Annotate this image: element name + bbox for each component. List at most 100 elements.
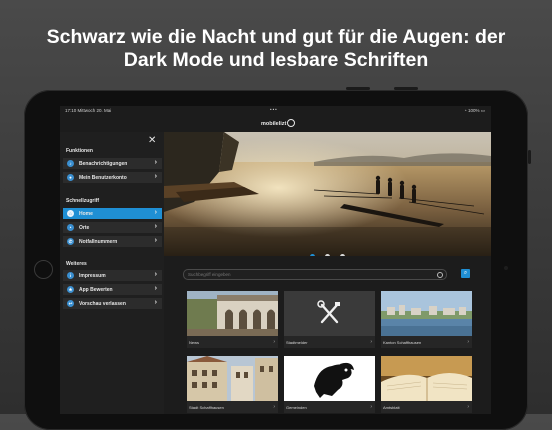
tablet-top-button bbox=[346, 87, 370, 90]
menu-item-impressum[interactable]: i Impressum › bbox=[63, 270, 162, 281]
tile-label-stadtmelder: Stadtmelder bbox=[286, 340, 308, 345]
carousel-dot-2[interactable] bbox=[325, 254, 330, 256]
headline-line1: Schwarz wie die Nacht und gut für die Au… bbox=[46, 26, 506, 48]
chevron-right-icon: › bbox=[370, 339, 372, 345]
menu-item-notfallnummern[interactable]: ✆ Notfallnummern › bbox=[63, 236, 162, 247]
chevron-right-icon: › bbox=[273, 339, 275, 345]
bell-icon: ♪ bbox=[67, 160, 74, 167]
chevron-right-icon: › bbox=[154, 223, 157, 230]
carousel-dot-1[interactable] bbox=[309, 254, 315, 256]
tablet-top-button bbox=[394, 87, 418, 90]
phone-icon: ✆ bbox=[67, 238, 74, 245]
search-button[interactable]: ⌕ bbox=[461, 269, 470, 278]
tile-image-stadt bbox=[187, 356, 278, 401]
main-content: ⌕ News bbox=[164, 132, 491, 414]
tile-caption: Amtsblatt › bbox=[381, 401, 472, 413]
headline: Schwarz wie die Nacht und gut für die Au… bbox=[0, 26, 552, 72]
menu-item-label: Notfallnummern bbox=[79, 239, 118, 245]
tile-caption: Kanton Schaffhausen › bbox=[381, 336, 472, 348]
status-battery: ◔ 100% ▭ bbox=[464, 108, 485, 114]
tablet-side-button bbox=[528, 150, 531, 164]
exit-icon: ↩ bbox=[67, 300, 74, 307]
wifi-icon: ◔ bbox=[463, 108, 467, 113]
lake-town-photo bbox=[381, 291, 472, 336]
battery-icon: ▭ bbox=[480, 108, 485, 113]
menu-item-orte[interactable]: • Orte › bbox=[63, 222, 162, 233]
chevron-right-icon: › bbox=[154, 209, 157, 216]
menu-item-label: Vorschau verlassen bbox=[79, 301, 126, 307]
tile-image-amtsblatt bbox=[381, 356, 472, 401]
menu-item-home[interactable]: ⌂ Home › bbox=[63, 208, 162, 219]
section-title-schnellzugriff: Schnellzugriff bbox=[66, 198, 100, 204]
chevron-right-icon: › bbox=[154, 271, 157, 278]
tile-label-amtsblatt: Amtsblatt bbox=[383, 405, 400, 410]
tile-caption: Gemeinden › bbox=[284, 401, 375, 413]
logo-mark-icon bbox=[287, 119, 296, 127]
chevron-right-icon: › bbox=[467, 404, 469, 410]
tile-label-news: News bbox=[189, 340, 200, 345]
tile-label-gemeinden: Gemeinden bbox=[286, 405, 307, 410]
menu-item-vorschau-verlassen[interactable]: ↩ Vorschau verlassen › bbox=[63, 298, 162, 309]
search-clear-icon[interactable] bbox=[437, 271, 443, 278]
carousel-dots bbox=[164, 246, 491, 256]
carousel-dot-3[interactable] bbox=[340, 254, 346, 256]
tools-icon bbox=[317, 300, 340, 324]
chevron-right-icon: › bbox=[154, 285, 157, 292]
menu-item-label: Mein Benutzerkonto bbox=[79, 175, 127, 181]
tile-caption: Stadtmelder › bbox=[284, 336, 375, 348]
hero-image-rowing[interactable] bbox=[164, 132, 491, 256]
tile-stadtmelder[interactable]: Stadtmelder › bbox=[284, 291, 375, 348]
tile-gemeinden[interactable]: Gemeinden › bbox=[284, 356, 375, 413]
nav-bar: mobilelizt bbox=[60, 115, 491, 133]
chevron-right-icon: › bbox=[154, 299, 157, 306]
close-icon[interactable]: ✕ bbox=[148, 136, 156, 146]
info-icon: i bbox=[67, 272, 74, 279]
rowing-lake-photo bbox=[164, 132, 491, 256]
tile-image-stadtmelder bbox=[284, 291, 375, 336]
tile-caption: News › bbox=[187, 336, 278, 348]
menu-item-label: Benachrichtigungen bbox=[79, 161, 128, 167]
app-logo[interactable]: mobilelizt bbox=[261, 119, 296, 127]
status-dots: ••• bbox=[270, 107, 278, 112]
headline-line2: Dark Mode und lesbare Schriften bbox=[123, 49, 429, 71]
menu-item-app-bewerten[interactable]: ★ App Bewerten › bbox=[63, 284, 162, 295]
star-icon: ★ bbox=[67, 286, 74, 293]
tile-news[interactable]: News › bbox=[187, 291, 278, 348]
side-menu: ✕ Funktionen ♪ Benachrichtigungen › ● Me… bbox=[60, 132, 164, 414]
tile-image-news bbox=[187, 291, 278, 336]
battery-percent: 100% bbox=[467, 108, 480, 113]
tile-image-kanton bbox=[381, 291, 472, 336]
menu-item-label: Home bbox=[79, 211, 93, 217]
building-photo bbox=[187, 291, 278, 336]
tile-amtsblatt[interactable]: Amtsblatt › bbox=[381, 356, 472, 413]
menu-item-label: Impressum bbox=[79, 273, 106, 279]
app-screen: 17:10 Mittwoch 20. Mai ••• ◔ 100% ▭ mobi… bbox=[60, 106, 491, 414]
tablet-home-button bbox=[34, 260, 53, 279]
section-title-weiteres: Weiteres bbox=[66, 261, 87, 267]
search-field[interactable] bbox=[183, 269, 447, 280]
tile-kanton-schaffhausen[interactable]: Kanton Schaffhausen › bbox=[381, 291, 472, 348]
tile-label-stadt: Stadt Schaffhausen bbox=[189, 405, 224, 410]
search-input[interactable] bbox=[188, 270, 428, 279]
open-book-photo bbox=[381, 356, 472, 401]
chevron-right-icon: › bbox=[154, 173, 157, 180]
tile-image-gemeinden bbox=[284, 356, 375, 401]
chevron-right-icon: › bbox=[370, 404, 372, 410]
tile-caption: Stadt Schaffhausen › bbox=[187, 401, 278, 413]
menu-item-benutzerkonto[interactable]: ● Mein Benutzerkonto › bbox=[63, 172, 162, 183]
chevron-right-icon: › bbox=[154, 159, 157, 166]
status-bar: 17:10 Mittwoch 20. Mai ••• ◔ 100% ▭ bbox=[60, 106, 491, 115]
section-title-funktionen: Funktionen bbox=[66, 148, 93, 154]
menu-item-benachrichtigungen[interactable]: ♪ Benachrichtigungen › bbox=[63, 158, 162, 169]
user-icon: ● bbox=[67, 174, 74, 181]
pin-icon: • bbox=[67, 224, 74, 231]
tile-label-kanton: Kanton Schaffhausen bbox=[383, 340, 422, 345]
tablet-camera bbox=[504, 266, 508, 270]
menu-item-label: App Bewerten bbox=[79, 287, 113, 293]
old-town-photo bbox=[187, 356, 278, 401]
home-icon: ⌂ bbox=[67, 210, 74, 217]
tile-stadt-schaffhausen[interactable]: Stadt Schaffhausen › bbox=[187, 356, 278, 413]
logo-text: mobilelizt bbox=[261, 121, 287, 127]
search-icon: ⌕ bbox=[463, 270, 468, 276]
ram-coat-of-arms-icon bbox=[314, 362, 354, 398]
